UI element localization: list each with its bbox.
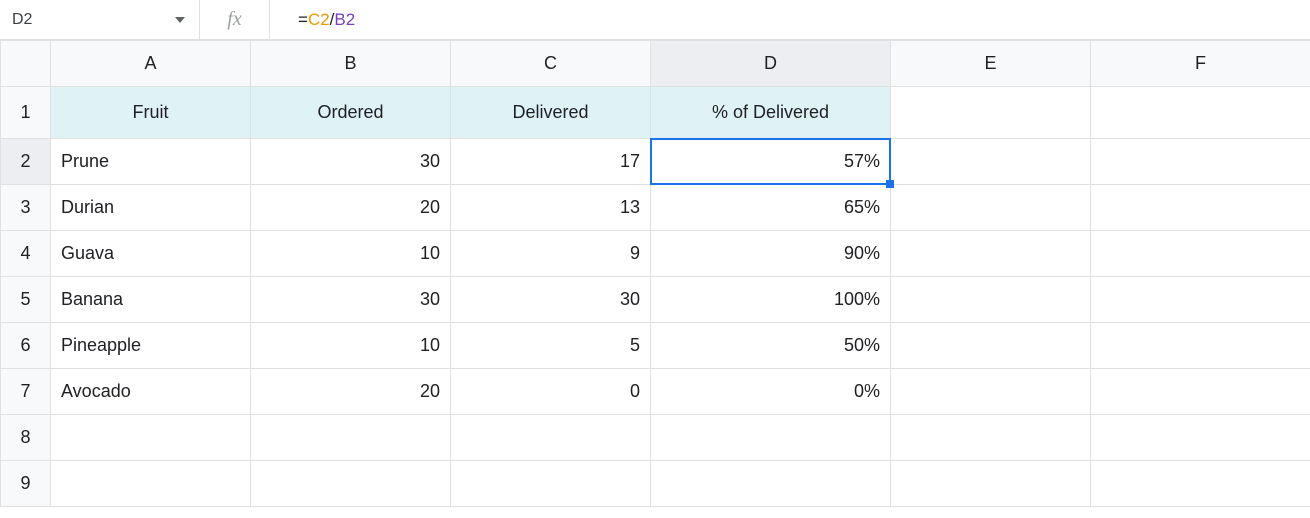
cell-F2[interactable] [1091,139,1310,185]
cell-C5[interactable]: 30 [451,277,651,323]
cell-E8[interactable] [891,415,1091,461]
cell-C2[interactable]: 17 [451,139,651,185]
formula-token-ref1: C2 [308,10,330,30]
col-header-E[interactable]: E [891,41,1091,87]
cell-B3[interactable]: 20 [251,185,451,231]
cell-E7[interactable] [891,369,1091,415]
row-header-1[interactable]: 1 [1,87,51,139]
table-row: 1 Fruit Ordered Delivered % of Delivered [1,87,1310,139]
cell-D9[interactable] [651,461,891,507]
cell-B9[interactable] [251,461,451,507]
cell-F3[interactable] [1091,185,1310,231]
cell-E3[interactable] [891,185,1091,231]
cell-A4[interactable]: Guava [51,231,251,277]
column-header-row: A B C D E F [1,41,1310,87]
col-header-C[interactable]: C [451,41,651,87]
cell-D3[interactable]: 65% [651,185,891,231]
cell-A3[interactable]: Durian [51,185,251,231]
cell-E5[interactable] [891,277,1091,323]
formula-bar: D2 fx =C2/B2 [0,0,1310,40]
cell-F6[interactable] [1091,323,1310,369]
table-row: 4 Guava 10 9 90% [1,231,1310,277]
col-header-A[interactable]: A [51,41,251,87]
cell-E1[interactable] [891,87,1091,139]
table-row: 8 [1,415,1310,461]
cell-E2[interactable] [891,139,1091,185]
row-header-8[interactable]: 8 [1,415,51,461]
name-box[interactable]: D2 [0,11,90,29]
row-header-5[interactable]: 5 [1,277,51,323]
cell-C6[interactable]: 5 [451,323,651,369]
cell-C1[interactable]: Delivered [451,87,651,139]
fx-icon: fx [200,0,270,39]
cell-D2[interactable]: 57% [651,139,891,185]
cell-D2-value: 57% [844,151,880,171]
cell-C8[interactable] [451,415,651,461]
cell-A7[interactable]: Avocado [51,369,251,415]
cell-B2[interactable]: 30 [251,139,451,185]
cell-D7[interactable]: 0% [651,369,891,415]
cell-E9[interactable] [891,461,1091,507]
cell-A2[interactable]: Prune [51,139,251,185]
cell-D4[interactable]: 90% [651,231,891,277]
cell-A8[interactable] [51,415,251,461]
cell-F8[interactable] [1091,415,1310,461]
cell-B4[interactable]: 10 [251,231,451,277]
row-header-6[interactable]: 6 [1,323,51,369]
row-header-4[interactable]: 4 [1,231,51,277]
cell-F4[interactable] [1091,231,1310,277]
cell-B8[interactable] [251,415,451,461]
cell-B7[interactable]: 20 [251,369,451,415]
cell-D6[interactable]: 50% [651,323,891,369]
spreadsheet-grid[interactable]: A B C D E F 1 Fruit Ordered Delivered % … [0,40,1310,507]
caret-down-icon [175,17,185,23]
cell-A6[interactable]: Pineapple [51,323,251,369]
row-header-2[interactable]: 2 [1,139,51,185]
cell-C4[interactable]: 9 [451,231,651,277]
formula-input[interactable]: =C2/B2 [270,0,1310,39]
row-header-7[interactable]: 7 [1,369,51,415]
row-header-3[interactable]: 3 [1,185,51,231]
cell-C3[interactable]: 13 [451,185,651,231]
cell-C7[interactable]: 0 [451,369,651,415]
select-all-corner[interactable] [1,41,51,87]
formula-token-eq: = [298,10,308,30]
table-row: 2 Prune 30 17 57% [1,139,1310,185]
col-header-D[interactable]: D [651,41,891,87]
cell-D5[interactable]: 100% [651,277,891,323]
table-row: 3 Durian 20 13 65% [1,185,1310,231]
cell-B6[interactable]: 10 [251,323,451,369]
col-header-F[interactable]: F [1091,41,1310,87]
cell-B5[interactable]: 30 [251,277,451,323]
cell-D1[interactable]: % of Delivered [651,87,891,139]
cell-E4[interactable] [891,231,1091,277]
formula-token-ref2: B2 [334,10,355,30]
cell-E6[interactable] [891,323,1091,369]
cell-F1[interactable] [1091,87,1310,139]
table-row: 9 [1,461,1310,507]
table-row: 5 Banana 30 30 100% [1,277,1310,323]
cell-B1[interactable]: Ordered [251,87,451,139]
cell-A9[interactable] [51,461,251,507]
cell-D8[interactable] [651,415,891,461]
table-row: 6 Pineapple 10 5 50% [1,323,1310,369]
cell-F5[interactable] [1091,277,1310,323]
table-row: 7 Avocado 20 0 0% [1,369,1310,415]
cell-F9[interactable] [1091,461,1310,507]
cell-A1[interactable]: Fruit [51,87,251,139]
col-header-B[interactable]: B [251,41,451,87]
cell-C9[interactable] [451,461,651,507]
name-box-dropdown[interactable] [90,0,200,39]
cell-A5[interactable]: Banana [51,277,251,323]
cell-F7[interactable] [1091,369,1310,415]
row-header-9[interactable]: 9 [1,461,51,507]
